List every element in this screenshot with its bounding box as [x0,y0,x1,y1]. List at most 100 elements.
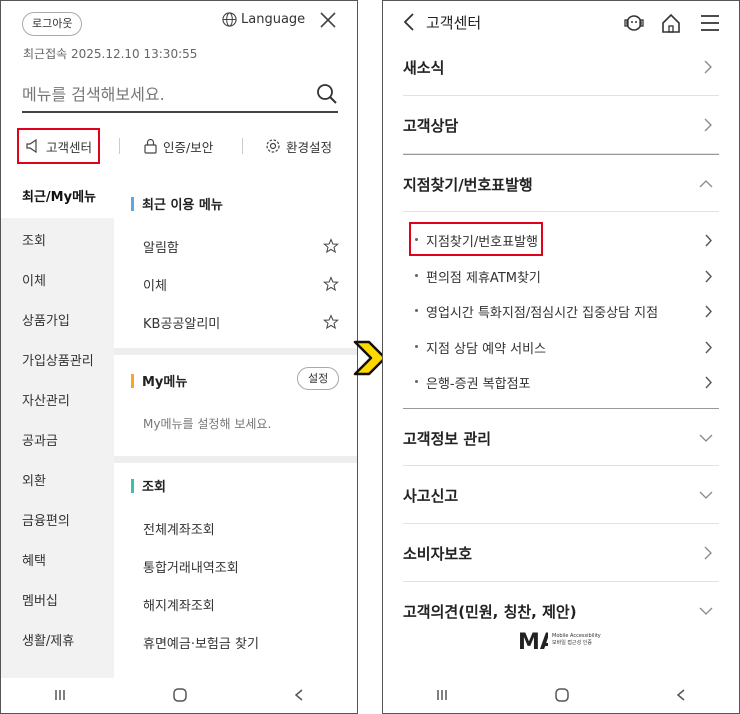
sub-item-bank-securities[interactable]: 은행-증권 복합점포 [403,364,719,400]
back-nav-icon[interactable] [293,688,305,702]
section-bar [131,478,134,493]
close-icon[interactable] [319,11,337,29]
inquiry-item-dormant[interactable]: 휴면예금·보험금 찾기 [143,633,343,652]
gear-icon [266,139,280,153]
chevron-right-icon [704,60,712,74]
star-icon[interactable] [323,314,339,330]
inquiry-item-all-accounts[interactable]: 전체계좌조회 [143,519,343,538]
last-access-text: 최근접속 2025.12.10 13:30:55 [23,47,198,61]
bullet [415,345,418,348]
svg-text:MA: MA [518,630,548,653]
menu-accident-report[interactable]: 사고신고 [403,466,719,524]
search-icon[interactable] [316,83,338,105]
sub-item-reservation[interactable]: 지점 상담 예약 서비스 [403,329,719,365]
language-button[interactable]: Language [222,12,305,27]
sidebar-item-asset[interactable]: 자산관리 [1,382,114,422]
my-menu-set-button[interactable]: 설정 [297,367,340,390]
recent-apps-icon[interactable] [435,688,449,702]
star-icon[interactable] [323,276,339,292]
recent-item-kb-alert[interactable]: KB공공알리미 [143,313,343,332]
inquiry-item-transactions[interactable]: 통합거래내역조회 [143,557,343,576]
sidebar-item-membership[interactable]: 멤버십 [1,582,114,622]
sidebar-item-inquiry[interactable]: 조회 [1,222,114,262]
recent-item-transfer[interactable]: 이체 [143,275,343,294]
system-nav-bar [383,677,739,713]
menu-customer-opinion-label: 고객의견(민원, 칭찬, 제안) [403,603,577,621]
menu-accident-report-label: 사고신고 [403,487,459,505]
chevron-right-icon [704,118,712,132]
my-section-title: My메뉴 [131,371,187,390]
header-icons [624,13,719,33]
recent-title-label: 최근 이용 메뉴 [142,198,223,213]
sub-item-label: 영업시간 특화지점/점심시간 집중상담 지점 [426,306,659,321]
chevron-down-icon [699,491,713,499]
inquiry-item-closed-accounts[interactable]: 해지계좌조회 [143,595,343,614]
sidebar-item-forex[interactable]: 외환 [1,462,114,502]
section-bar [131,196,134,211]
chatbot-icon[interactable] [624,15,644,31]
bullet [415,238,418,241]
divider [119,138,120,154]
sub-item-atm[interactable]: 편의점 제휴ATM찾기 [403,258,719,294]
menu-consumer-protection[interactable]: 소비자보호 [403,524,719,582]
auth-security-button[interactable]: 인증/보안 [143,128,213,164]
recent-apps-icon[interactable] [53,688,67,702]
right-screen: 고객센터 새소식 고객상담 지점찾기/번호표발행 지점찾기/번호표발행 편의점 … [382,0,740,714]
sub-item-label: 편의점 제휴ATM찾기 [426,271,541,286]
menu-news-label: 새소식 [403,59,445,77]
customer-center-button[interactable]: 고객센터 [17,128,101,164]
sidebar-item-finance-convenience[interactable]: 금융편의 [1,502,114,542]
back-icon[interactable] [402,12,416,32]
left-screen: 로그아웃 Language 최근접속 2025.12.10 13:30:55 고… [0,0,358,714]
inquiry-section-title: 조회 [131,476,166,495]
sidebar-item-recent-my[interactable]: 최근/My메뉴 [1,178,114,218]
menu-customer-info-label: 고객정보 관리 [403,430,492,448]
star-icon[interactable] [323,238,339,254]
lock-icon [144,138,157,154]
home-nav-icon[interactable] [554,687,570,703]
recent-item-notification[interactable]: 알림함 [143,237,343,256]
menu-branch-finder[interactable]: 지점찾기/번호표발행 [403,154,719,212]
sub-item-label: 은행-증권 복합점포 [426,377,531,392]
section-gap [114,456,357,463]
logo-text: Mobile Accessibility 모바일 접근성 인증 [552,633,601,647]
back-nav-icon[interactable] [675,688,687,702]
menu-search [22,79,338,113]
auth-security-label: 인증/보안 [163,139,214,155]
sidebar-item-product-manage[interactable]: 가입상품관리 [1,342,114,382]
menu-news[interactable]: 새소식 [403,38,719,96]
language-label: Language [241,12,306,27]
menu-consultation[interactable]: 고객상담 [403,96,719,154]
home-icon[interactable] [662,13,680,33]
sidebar-item-transfer[interactable]: 이체 [1,262,114,302]
section-bar [131,373,134,388]
sub-item-special-hours[interactable]: 영업시간 특화지점/점심시간 집중상담 지점 [403,293,719,329]
logout-button[interactable]: 로그아웃 [22,12,83,36]
menu-search-input[interactable] [22,79,302,109]
megaphone-icon [26,138,37,154]
chevron-right-icon [705,270,712,283]
quick-menu: 고객센터 인증/보안 환경설정 [17,128,347,166]
sidebar-item-life[interactable]: 생활/제휴 [1,622,114,662]
logo-line1: Mobile Accessibility [552,633,601,639]
sidebar-item-product-join[interactable]: 상품가입 [1,302,114,342]
sidebar-item-benefits[interactable]: 혜택 [1,542,114,582]
divider [242,138,243,154]
chevron-down-icon [699,607,713,615]
logo-line2: 모바일 접근성 인증 [552,640,592,646]
home-nav-icon[interactable] [172,687,188,703]
chevron-right-icon [704,546,712,560]
settings-button[interactable]: 환경설정 [265,128,332,164]
globe-icon [222,12,237,27]
chevron-down-icon [699,434,713,442]
sub-item-branch-finder[interactable]: 지점찾기/번호표발행 [403,222,719,258]
menu-consumer-protection-label: 소비자보호 [403,545,473,563]
section-gap [114,348,357,355]
inquiry-title-label: 조회 [142,480,166,495]
menu-customer-info[interactable]: 고객정보 관리 [403,408,719,466]
hamburger-menu-icon[interactable] [701,15,719,31]
customer-center-label: 고객센터 [46,139,93,155]
my-menu-message: My메뉴를 설정해 보세요. [143,417,272,431]
sidebar-item-utility[interactable]: 공과금 [1,422,114,462]
settings-label: 환경설정 [286,139,333,155]
